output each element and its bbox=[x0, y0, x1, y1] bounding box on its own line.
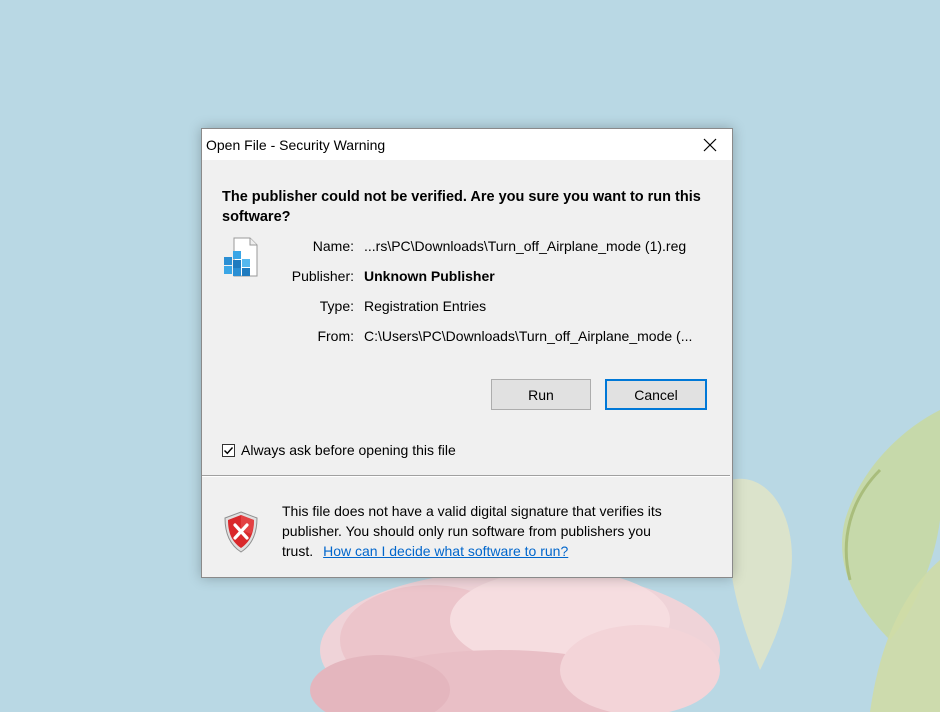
name-label: Name: bbox=[312, 238, 354, 254]
type-value: Registration Entries bbox=[364, 298, 487, 314]
close-button[interactable] bbox=[688, 129, 732, 160]
title-bar: Open File - Security Warning bbox=[202, 129, 732, 160]
run-button[interactable]: Run bbox=[491, 379, 591, 410]
always-ask-label: Always ask before opening this file bbox=[241, 442, 456, 458]
from-label: From: bbox=[317, 328, 354, 344]
publisher-label: Publisher: bbox=[291, 268, 354, 284]
security-warning-dialog: Open File - Security Warning The publish… bbox=[201, 128, 733, 578]
section-divider-highlight bbox=[202, 476, 730, 477]
name-value: ...rs\PC\Downloads\Turn_off_Airplane_mod… bbox=[364, 238, 687, 254]
always-ask-row[interactable]: Always ask before opening this file bbox=[222, 442, 456, 458]
cancel-button[interactable]: Cancel bbox=[605, 379, 707, 410]
close-icon bbox=[703, 138, 717, 151]
security-shield-icon bbox=[222, 510, 260, 554]
always-ask-checkbox[interactable] bbox=[222, 443, 235, 457]
from-value: C:\Users\PC\Downloads\Turn_off_Airplane_… bbox=[364, 328, 693, 344]
publisher-value: Unknown Publisher bbox=[364, 268, 495, 284]
dialog-title: Open File - Security Warning bbox=[206, 137, 386, 153]
checkmark-icon bbox=[224, 446, 234, 454]
registry-file-icon bbox=[222, 237, 258, 277]
warning-headline: The publisher could not be verified. Are… bbox=[222, 189, 701, 225]
help-link[interactable]: How can I decide what software to run? bbox=[323, 543, 568, 559]
type-label: Type: bbox=[319, 298, 354, 314]
signature-warning: This file does not have a valid digital … bbox=[282, 501, 712, 561]
